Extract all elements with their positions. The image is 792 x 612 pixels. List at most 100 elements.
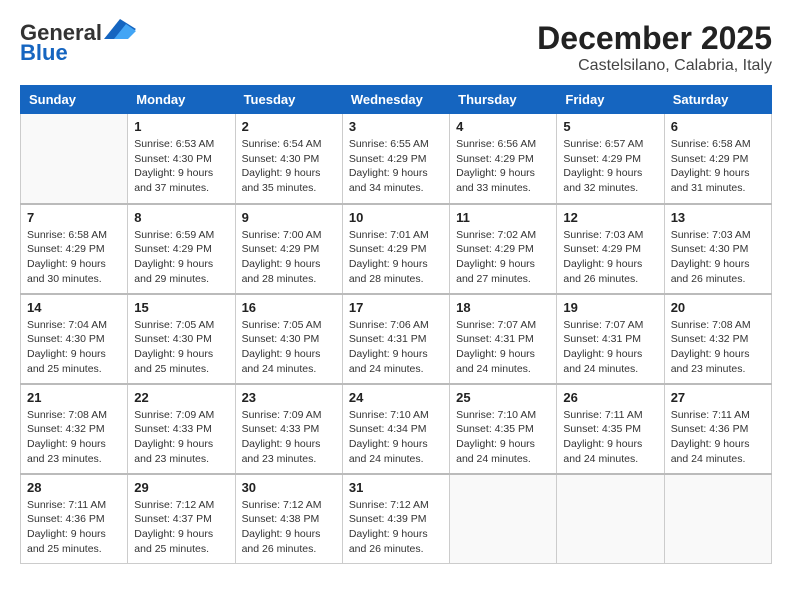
calendar-day-cell: 9 Sunrise: 7:00 AMSunset: 4:29 PMDaylight… — [235, 204, 342, 294]
day-number: 11 — [456, 210, 550, 225]
logo-blue: Blue — [20, 40, 68, 66]
day-number: 16 — [242, 300, 336, 315]
day-number: 17 — [349, 300, 443, 315]
header-thursday: Thursday — [450, 86, 557, 114]
calendar-day-cell: 14 Sunrise: 7:04 AMSunset: 4:30 PMDayligh… — [21, 294, 128, 384]
calendar-day-cell: 29 Sunrise: 7:12 AMSunset: 4:37 PMDayligh… — [128, 474, 235, 564]
day-info: Sunrise: 7:08 AMSunset: 4:32 PMDaylight:… — [27, 408, 121, 467]
calendar-day-cell: 13 Sunrise: 7:03 AMSunset: 4:30 PMDayligh… — [664, 204, 771, 294]
day-number: 6 — [671, 119, 765, 134]
calendar-day-cell — [557, 474, 664, 564]
calendar-week-row: 21 Sunrise: 7:08 AMSunset: 4:32 PMDayligh… — [21, 384, 772, 474]
day-number: 3 — [349, 119, 443, 134]
day-info: Sunrise: 7:10 AMSunset: 4:34 PMDaylight:… — [349, 408, 443, 467]
day-info: Sunrise: 7:00 AMSunset: 4:29 PMDaylight:… — [242, 228, 336, 287]
calendar-day-cell: 6 Sunrise: 6:58 AMSunset: 4:29 PMDaylight… — [664, 114, 771, 204]
day-info: Sunrise: 7:05 AMSunset: 4:30 PMDaylight:… — [134, 318, 228, 377]
logo-icon — [104, 19, 136, 39]
day-number: 22 — [134, 390, 228, 405]
calendar-header-row: Sunday Monday Tuesday Wednesday Thursday… — [21, 86, 772, 114]
calendar-day-cell: 20Sunrise: 7:08 AMSunset: 4:32 PMDayligh… — [664, 294, 771, 384]
day-number: 18 — [456, 300, 550, 315]
day-info: Sunrise: 6:58 AMSunset: 4:29 PMDaylight:… — [671, 137, 765, 196]
calendar-day-cell: 16 Sunrise: 7:05 AMSunset: 4:30 PMDayligh… — [235, 294, 342, 384]
calendar-day-cell: 12 Sunrise: 7:03 AMSunset: 4:29 PMDayligh… — [557, 204, 664, 294]
day-info: Sunrise: 7:04 AMSunset: 4:30 PMDaylight:… — [27, 318, 121, 377]
calendar-day-cell: 25Sunrise: 7:10 AMSunset: 4:35 PMDayligh… — [450, 384, 557, 474]
day-number: 24 — [349, 390, 443, 405]
day-number: 20 — [671, 300, 765, 315]
day-info: Sunrise: 7:12 AMSunset: 4:37 PMDaylight:… — [134, 498, 228, 557]
calendar-subtitle: Castelsilano, Calabria, Italy — [537, 57, 772, 75]
calendar-day-cell — [450, 474, 557, 564]
day-info: Sunrise: 6:56 AMSunset: 4:29 PMDaylight:… — [456, 137, 550, 196]
calendar-day-cell: 15 Sunrise: 7:05 AMSunset: 4:30 PMDayligh… — [128, 294, 235, 384]
calendar-day-cell: 18 Sunrise: 7:07 AMSunset: 4:31 PMDayligh… — [450, 294, 557, 384]
day-number: 21 — [27, 390, 121, 405]
calendar-day-cell: 27 Sunrise: 7:11 AMSunset: 4:36 PMDayligh… — [664, 384, 771, 474]
calendar-day-cell: 30 Sunrise: 7:12 AMSunset: 4:38 PMDayligh… — [235, 474, 342, 564]
day-number: 4 — [456, 119, 550, 134]
calendar-week-row: 28 Sunrise: 7:11 AMSunset: 4:36 PMDayligh… — [21, 474, 772, 564]
header-friday: Friday — [557, 86, 664, 114]
header-wednesday: Wednesday — [342, 86, 449, 114]
header-saturday: Saturday — [664, 86, 771, 114]
calendar-day-cell — [664, 474, 771, 564]
day-number: 29 — [134, 480, 228, 495]
calendar-day-cell: 8 Sunrise: 6:59 AMSunset: 4:29 PMDaylight… — [128, 204, 235, 294]
calendar-day-cell: 24 Sunrise: 7:10 AMSunset: 4:34 PMDayligh… — [342, 384, 449, 474]
day-number: 15 — [134, 300, 228, 315]
day-info: Sunrise: 6:53 AMSunset: 4:30 PMDaylight:… — [134, 137, 228, 196]
day-number: 12 — [563, 210, 657, 225]
calendar-week-row: 7 Sunrise: 6:58 AMSunset: 4:29 PMDaylight… — [21, 204, 772, 294]
calendar-day-cell: 22 Sunrise: 7:09 AMSunset: 4:33 PMDayligh… — [128, 384, 235, 474]
day-number: 9 — [242, 210, 336, 225]
day-info: Sunrise: 6:55 AMSunset: 4:29 PMDaylight:… — [349, 137, 443, 196]
day-info: Sunrise: 7:12 AMSunset: 4:39 PMDaylight:… — [349, 498, 443, 557]
day-number: 28 — [27, 480, 121, 495]
day-number: 5 — [563, 119, 657, 134]
day-info: Sunrise: 7:11 AMSunset: 4:36 PMDaylight:… — [671, 408, 765, 467]
day-info: Sunrise: 7:12 AMSunset: 4:38 PMDaylight:… — [242, 498, 336, 557]
day-number: 10 — [349, 210, 443, 225]
header-monday: Monday — [128, 86, 235, 114]
day-number: 8 — [134, 210, 228, 225]
day-info: Sunrise: 7:03 AMSunset: 4:30 PMDaylight:… — [671, 228, 765, 287]
day-number: 27 — [671, 390, 765, 405]
day-info: Sunrise: 7:03 AMSunset: 4:29 PMDaylight:… — [563, 228, 657, 287]
header-tuesday: Tuesday — [235, 86, 342, 114]
day-number: 13 — [671, 210, 765, 225]
calendar-day-cell: 23 Sunrise: 7:09 AMSunset: 4:33 PMDayligh… — [235, 384, 342, 474]
day-number: 2 — [242, 119, 336, 134]
day-number: 7 — [27, 210, 121, 225]
page-header: General Blue December 2025 Castelsilano,… — [20, 20, 772, 75]
calendar-table: Sunday Monday Tuesday Wednesday Thursday… — [20, 85, 772, 564]
day-info: Sunrise: 7:07 AMSunset: 4:31 PMDaylight:… — [456, 318, 550, 377]
calendar-day-cell: 26Sunrise: 7:11 AMSunset: 4:35 PMDayligh… — [557, 384, 664, 474]
day-info: Sunrise: 7:09 AMSunset: 4:33 PMDaylight:… — [242, 408, 336, 467]
day-info: Sunrise: 7:07 AMSunset: 4:31 PMDaylight:… — [563, 318, 657, 377]
calendar-day-cell: 7 Sunrise: 6:58 AMSunset: 4:29 PMDaylight… — [21, 204, 128, 294]
day-number: 14 — [27, 300, 121, 315]
day-number: 23 — [242, 390, 336, 405]
calendar-day-cell: 11 Sunrise: 7:02 AMSunset: 4:29 PMDayligh… — [450, 204, 557, 294]
day-info: Sunrise: 7:11 AMSunset: 4:36 PMDaylight:… — [27, 498, 121, 557]
day-info: Sunrise: 7:09 AMSunset: 4:33 PMDaylight:… — [134, 408, 228, 467]
header-sunday: Sunday — [21, 86, 128, 114]
day-number: 1 — [134, 119, 228, 134]
calendar-day-cell: 3 Sunrise: 6:55 AMSunset: 4:29 PMDaylight… — [342, 114, 449, 204]
calendar-day-cell: 28 Sunrise: 7:11 AMSunset: 4:36 PMDayligh… — [21, 474, 128, 564]
day-info: Sunrise: 7:05 AMSunset: 4:30 PMDaylight:… — [242, 318, 336, 377]
calendar-day-cell — [21, 114, 128, 204]
calendar-day-cell: 31 Sunrise: 7:12 AMSunset: 4:39 PMDayligh… — [342, 474, 449, 564]
day-info: Sunrise: 6:57 AMSunset: 4:29 PMDaylight:… — [563, 137, 657, 196]
day-info: Sunrise: 6:54 AMSunset: 4:30 PMDaylight:… — [242, 137, 336, 196]
day-info: Sunrise: 7:02 AMSunset: 4:29 PMDaylight:… — [456, 228, 550, 287]
day-number: 31 — [349, 480, 443, 495]
calendar-day-cell: 10Sunrise: 7:01 AMSunset: 4:29 PMDayligh… — [342, 204, 449, 294]
calendar-day-cell: 21 Sunrise: 7:08 AMSunset: 4:32 PMDayligh… — [21, 384, 128, 474]
day-number: 30 — [242, 480, 336, 495]
day-info: Sunrise: 6:58 AMSunset: 4:29 PMDaylight:… — [27, 228, 121, 287]
logo: General Blue — [20, 20, 136, 66]
day-info: Sunrise: 6:59 AMSunset: 4:29 PMDaylight:… — [134, 228, 228, 287]
